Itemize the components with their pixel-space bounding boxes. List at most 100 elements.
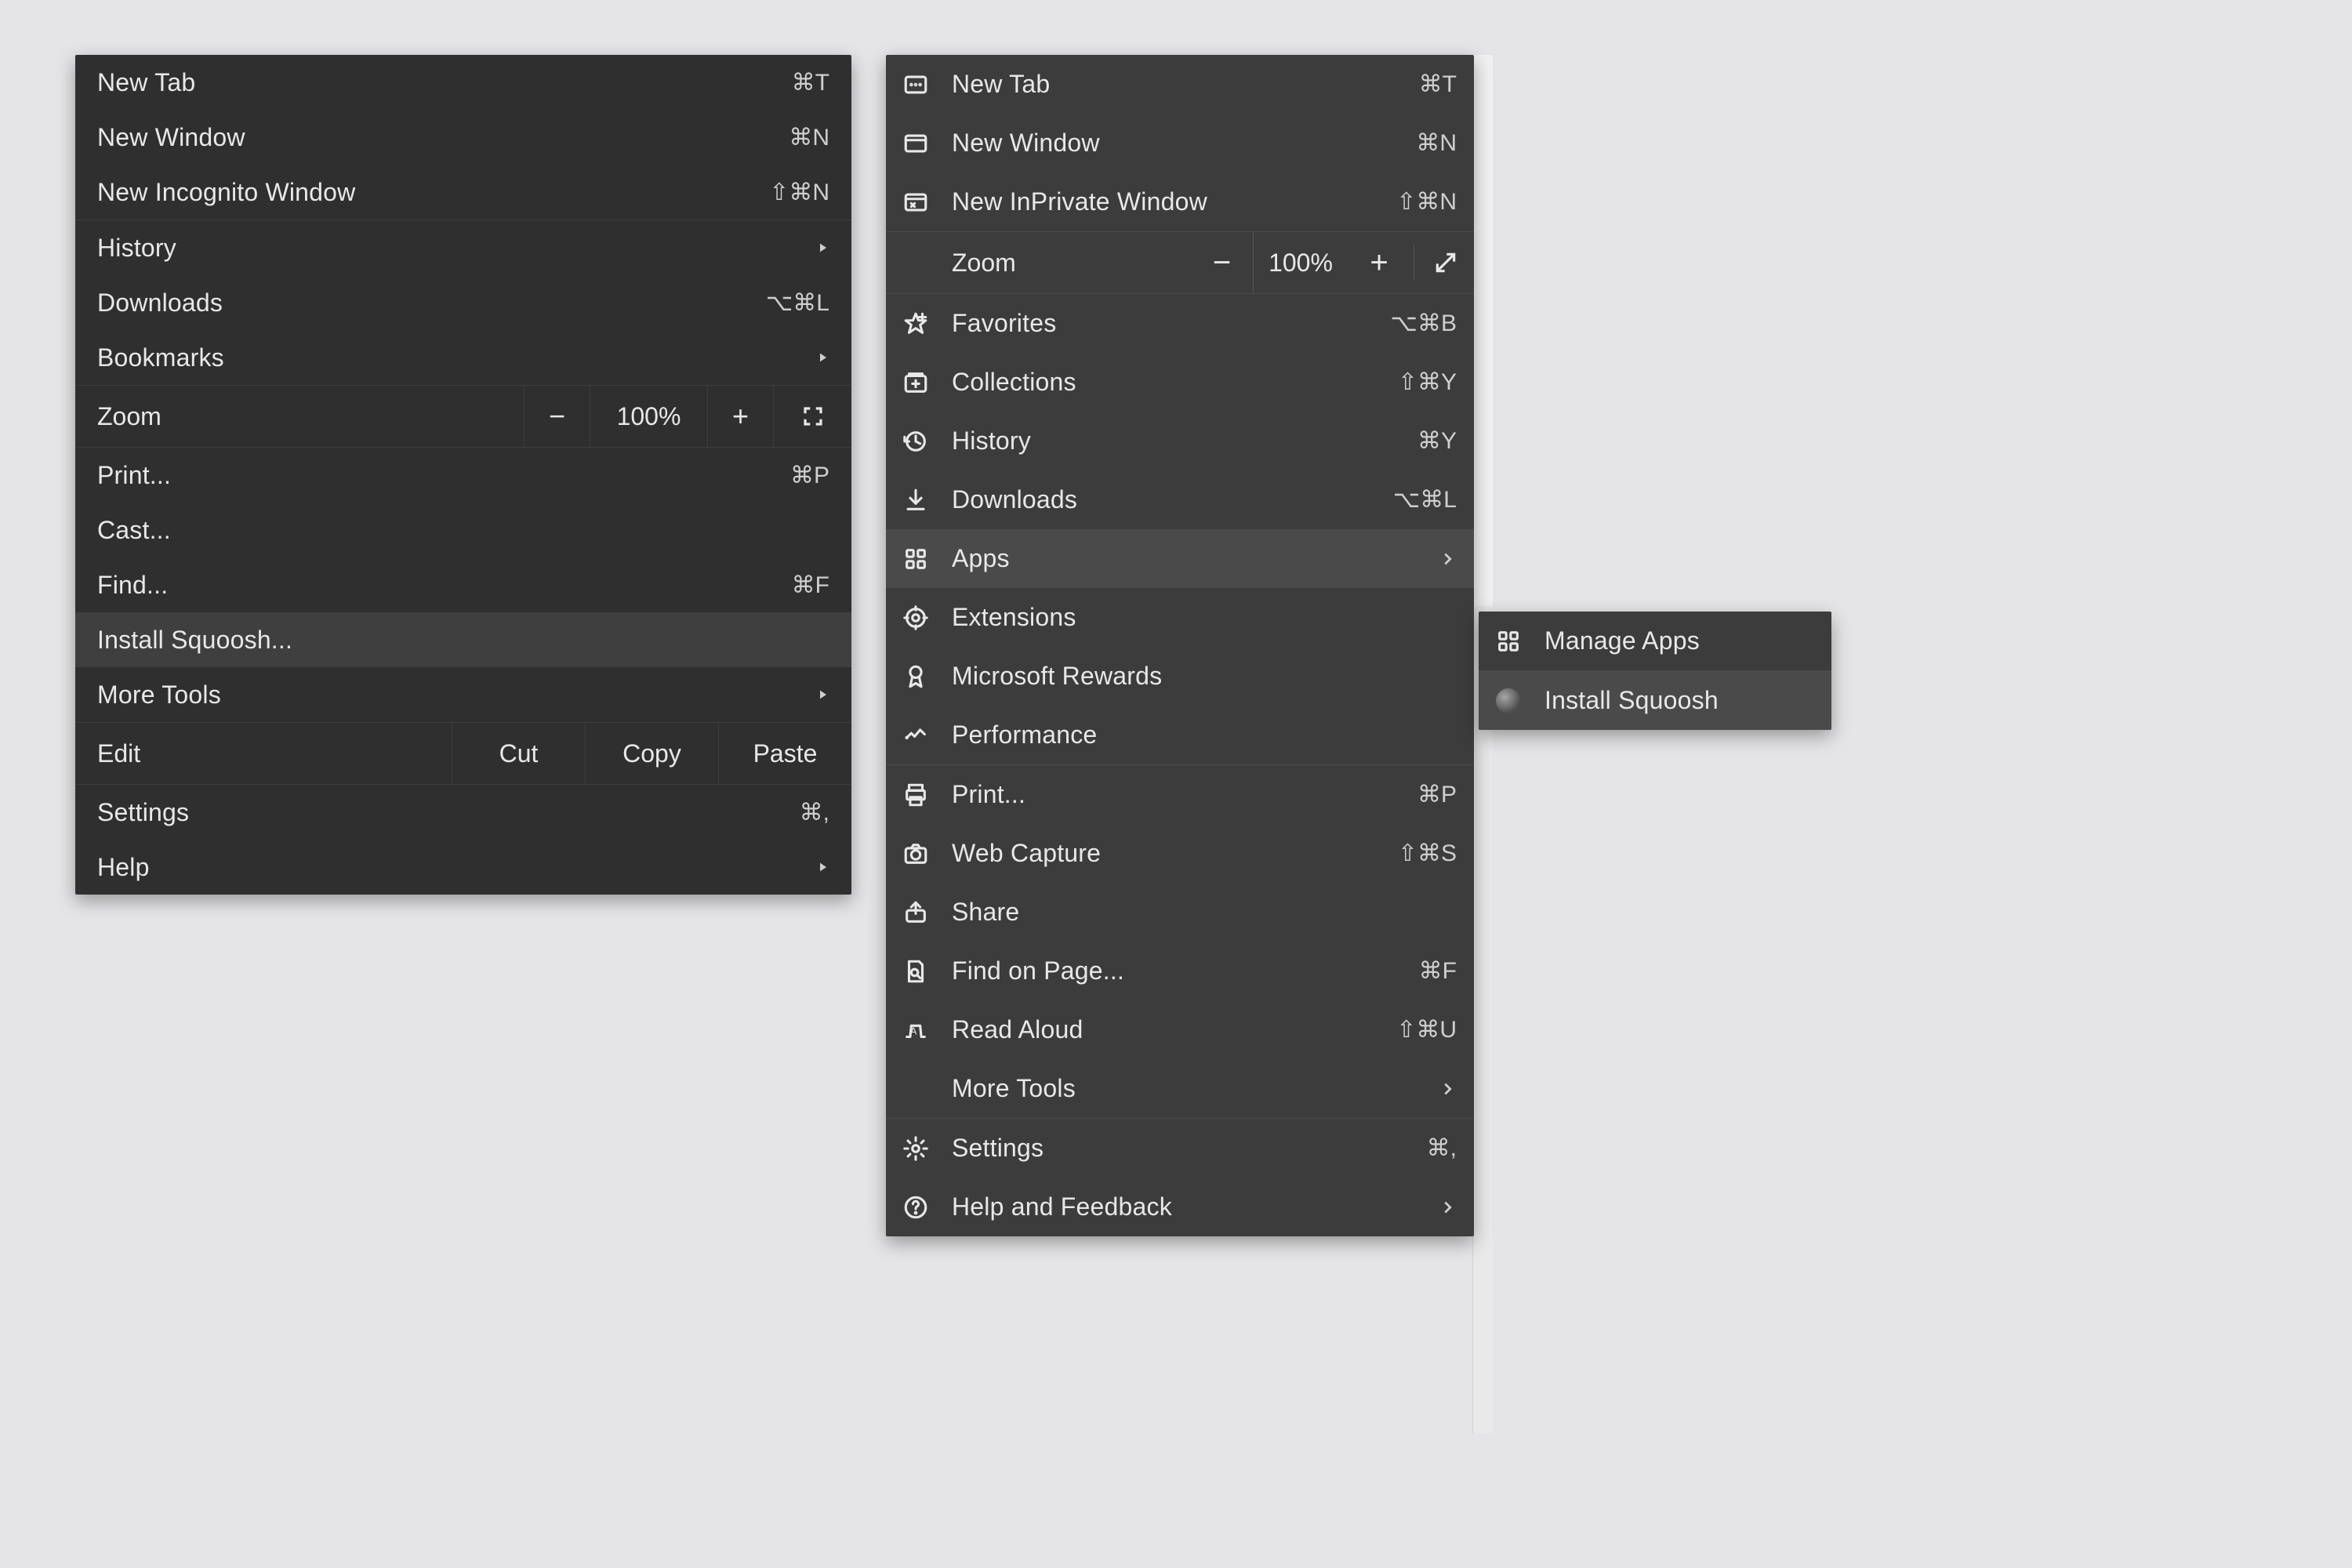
- label: Web Capture: [952, 839, 1370, 868]
- label: New InPrivate Window: [952, 187, 1370, 216]
- zoom-in-button[interactable]: +: [707, 386, 773, 447]
- window-icon: [900, 128, 931, 159]
- menu-item-help[interactable]: Help: [75, 840, 851, 895]
- squoosh-icon: [1493, 685, 1524, 717]
- menu-item-downloads[interactable]: Downloads ⌥⌘L: [886, 470, 1474, 529]
- menu-item-favorites[interactable]: Favorites ⌥⌘B: [886, 294, 1474, 353]
- shortcut: ⌘T: [1370, 71, 1457, 98]
- label: Extensions: [952, 603, 1457, 632]
- cut-button[interactable]: Cut: [452, 723, 585, 784]
- menu-item-new-window[interactable]: New Window ⌘N: [75, 110, 851, 165]
- menu-item-more-tools[interactable]: More Tools: [75, 667, 851, 722]
- paste-button[interactable]: Paste: [718, 723, 851, 784]
- inprivate-icon: [900, 187, 931, 218]
- chevron-right-icon: [1433, 550, 1457, 568]
- menu-item-install-app[interactable]: Install Squoosh...: [75, 612, 851, 667]
- shortcut: ⌘,: [1370, 1134, 1457, 1162]
- label: Find on Page...: [952, 956, 1370, 985]
- chevron-right-icon: [806, 351, 829, 364]
- edge-apps-submenu: Manage Apps Install Squoosh: [1479, 612, 1831, 730]
- label: More Tools: [952, 1074, 1433, 1103]
- menu-item-new-tab[interactable]: New Tab ⌘T: [886, 55, 1474, 114]
- label: New Tab: [97, 68, 743, 97]
- menu-item-history[interactable]: History: [75, 220, 851, 275]
- menu-item-incognito[interactable]: New Incognito Window ⇧⌘N: [75, 165, 851, 220]
- menu-item-downloads[interactable]: Downloads ⌥⌘L: [75, 275, 851, 330]
- zoom-row: Zoom − 100% +: [75, 386, 851, 447]
- find-icon: [900, 956, 931, 987]
- menu-item-help[interactable]: Help and Feedback: [886, 1178, 1474, 1236]
- label: Help and Feedback: [952, 1192, 1433, 1221]
- shortcut: ⇧⌘Y: [1370, 368, 1457, 396]
- edit-label: Edit: [75, 739, 452, 768]
- label: Apps: [952, 544, 1433, 573]
- menu-item-read-aloud[interactable]: Read Aloud ⇧⌘U: [886, 1000, 1474, 1059]
- label: Settings: [97, 798, 743, 827]
- chevron-right-icon: [1433, 1080, 1457, 1098]
- menu-item-settings[interactable]: Settings ⌘,: [75, 785, 851, 840]
- edit-row: Edit Cut Copy Paste: [75, 723, 851, 784]
- fullscreen-button[interactable]: [1417, 232, 1474, 293]
- chrome-main-menu: New Tab ⌘T New Window ⌘N New Incognito W…: [75, 55, 851, 895]
- menu-item-more-tools[interactable]: More Tools: [886, 1059, 1474, 1118]
- zoom-value: 100%: [590, 386, 707, 447]
- shortcut: ⌘F: [743, 572, 829, 599]
- menu-item-bookmarks[interactable]: Bookmarks: [75, 330, 851, 385]
- label: New Incognito Window: [97, 178, 743, 207]
- label: Find...: [97, 571, 743, 600]
- menu-item-inprivate[interactable]: New InPrivate Window ⇧⌘N: [886, 172, 1474, 231]
- label: Print...: [97, 461, 743, 490]
- menu-item-settings[interactable]: Settings ⌘,: [886, 1119, 1474, 1178]
- performance-icon: [900, 720, 931, 751]
- copy-button[interactable]: Copy: [585, 723, 718, 784]
- apps-icon: [900, 543, 931, 575]
- edge-main-menu: New Tab ⌘T New Window ⌘N New InPrivate W…: [886, 55, 1474, 1236]
- edge-scrollbar[interactable]: [1472, 55, 1493, 1433]
- shortcut: ⌥⌘B: [1370, 310, 1457, 337]
- label: Install Squoosh: [1544, 686, 1814, 715]
- menu-item-print[interactable]: Print... ⌘P: [886, 765, 1474, 824]
- shortcut: ⌘F: [1370, 957, 1457, 985]
- zoom-out-button[interactable]: −: [1191, 232, 1254, 293]
- read-aloud-icon: [900, 1014, 931, 1046]
- label: Performance: [952, 720, 1457, 750]
- menu-item-new-tab[interactable]: New Tab ⌘T: [75, 55, 851, 110]
- menu-item-find[interactable]: Find... ⌘F: [75, 557, 851, 612]
- collections-icon: [900, 367, 931, 398]
- fullscreen-button[interactable]: [773, 386, 851, 447]
- menu-item-rewards[interactable]: Microsoft Rewards: [886, 647, 1474, 706]
- label: New Window: [97, 123, 743, 152]
- menu-item-share[interactable]: Share: [886, 883, 1474, 942]
- label: Share: [952, 898, 1457, 927]
- label: History: [97, 234, 806, 263]
- shortcut: ⌘,: [743, 799, 829, 826]
- menu-item-cast[interactable]: Cast...: [75, 503, 851, 557]
- menu-item-print[interactable]: Print... ⌘P: [75, 448, 851, 503]
- shortcut: ⌥⌘L: [743, 289, 829, 317]
- menu-item-extensions[interactable]: Extensions: [886, 588, 1474, 647]
- zoom-out-button[interactable]: −: [524, 386, 590, 447]
- zoom-in-button[interactable]: +: [1348, 232, 1410, 293]
- label: Settings: [952, 1134, 1370, 1163]
- menu-item-find[interactable]: Find on Page... ⌘F: [886, 942, 1474, 1000]
- submenu-item-manage-apps[interactable]: Manage Apps: [1479, 612, 1831, 670]
- menu-item-performance[interactable]: Performance: [886, 706, 1474, 764]
- chevron-right-icon: [806, 241, 829, 254]
- menu-item-new-window[interactable]: New Window ⌘N: [886, 114, 1474, 172]
- print-icon: [900, 779, 931, 811]
- label: New Window: [952, 129, 1370, 158]
- shortcut: ⌘T: [743, 69, 829, 96]
- shortcut: ⌘N: [743, 124, 829, 151]
- help-icon: [900, 1192, 931, 1223]
- menu-item-history[interactable]: History ⌘Y: [886, 412, 1474, 470]
- extensions-icon: [900, 602, 931, 633]
- menu-item-collections[interactable]: Collections ⇧⌘Y: [886, 353, 1474, 412]
- label: Microsoft Rewards: [952, 662, 1457, 691]
- menu-item-apps[interactable]: Apps: [886, 529, 1474, 588]
- shortcut: ⌘N: [1370, 129, 1457, 157]
- shortcut: ⇧⌘N: [1370, 188, 1457, 216]
- menu-item-web-capture[interactable]: Web Capture ⇧⌘S: [886, 824, 1474, 883]
- submenu-item-install-squoosh[interactable]: Install Squoosh: [1479, 671, 1831, 730]
- shortcut: ⌘P: [743, 462, 829, 489]
- shortcut: ⇧⌘N: [743, 179, 829, 206]
